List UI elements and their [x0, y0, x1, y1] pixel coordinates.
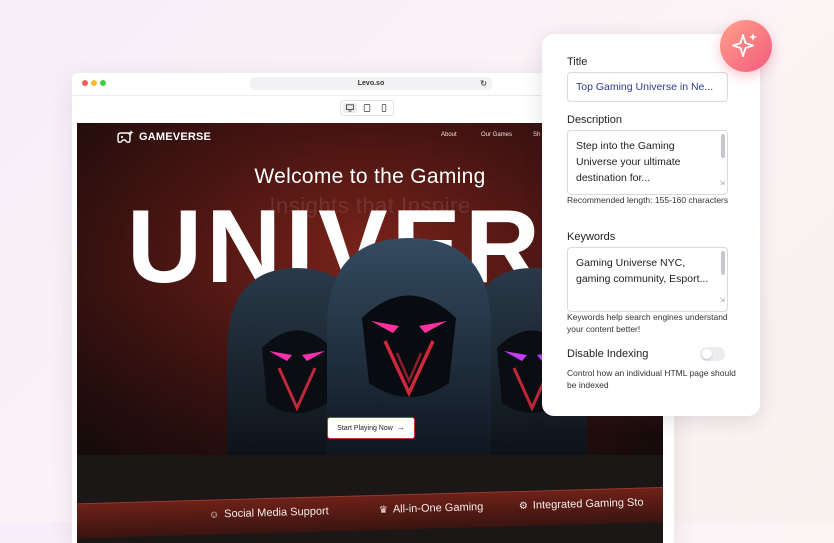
- disable-indexing-label: Disable Indexing: [567, 348, 649, 360]
- arrow-right-icon: →: [396, 423, 405, 432]
- ticker-label: Social Media Support: [224, 505, 329, 521]
- start-playing-button[interactable]: Start Playing Now →: [327, 417, 415, 439]
- nav-about[interactable]: About: [441, 132, 457, 138]
- resize-handle-icon[interactable]: ⇲: [719, 176, 725, 192]
- nav-our-games[interactable]: Our Games: [481, 132, 512, 138]
- site-logo[interactable]: GAMEVERSE: [115, 129, 211, 145]
- device-switcher: [340, 100, 394, 116]
- resize-handle-icon[interactable]: ⇲: [719, 293, 725, 309]
- disable-indexing-toggle[interactable]: [700, 347, 725, 361]
- close-window-dot[interactable]: [82, 80, 88, 86]
- maximize-window-dot[interactable]: [100, 80, 106, 86]
- description-text: Step into the Gaming Universe your ultim…: [576, 140, 681, 184]
- logo-text: GAMEVERSE: [139, 131, 212, 143]
- keywords-help-text: Keywords help search engines understand …: [567, 312, 728, 334]
- description-textarea[interactable]: Step into the Gaming Universe your ultim…: [567, 130, 728, 195]
- description-label: Description: [567, 114, 623, 126]
- description-help-text: Recommended length: 155-160 characters: [567, 195, 729, 205]
- title-label: Title: [567, 56, 588, 68]
- address-url: Levo.so: [357, 80, 385, 87]
- controller-icon: [117, 130, 134, 143]
- support-icon: ☺: [208, 509, 220, 521]
- ai-sparkle-button[interactable]: [720, 20, 772, 72]
- ticker-label: Integrated Gaming Sto: [532, 496, 644, 512]
- ticker-label: All-in-One Gaming: [392, 501, 484, 516]
- description-scrollbar[interactable]: [721, 134, 725, 158]
- minimize-window-dot[interactable]: [91, 80, 97, 86]
- ticker-item: ⚙ Integrated Gaming Sto: [519, 497, 644, 512]
- gear-icon: ⚙: [518, 500, 529, 513]
- toggle-knob: [702, 349, 712, 359]
- sparkle-icon: [732, 33, 757, 57]
- address-bar[interactable]: Levo.so ↻: [250, 77, 492, 90]
- seo-settings-panel: Title Top Gaming Universe in Ne... Descr…: [542, 34, 760, 416]
- ticker-item: ♛ All-in-One Gaming: [379, 501, 484, 516]
- keywords-textarea[interactable]: Gaming Universe NYC, gaming community, E…: [567, 247, 728, 312]
- ticker-item: ☺ Social Media Support: [209, 505, 329, 520]
- mobile-icon[interactable]: [377, 103, 391, 113]
- reload-icon[interactable]: ↻: [480, 77, 487, 90]
- keywords-label: Keywords: [567, 231, 616, 243]
- keywords-scrollbar[interactable]: [721, 251, 725, 275]
- indexing-help-text: Control how an individual HTML page shou…: [567, 368, 736, 390]
- tablet-icon[interactable]: [360, 103, 374, 113]
- desktop-icon[interactable]: [343, 103, 357, 113]
- crown-icon: ♛: [378, 504, 389, 516]
- nav-shop[interactable]: Sh: [533, 132, 540, 138]
- cta-label: Start Playing Now: [337, 425, 393, 432]
- keywords-text: Gaming Universe NYC, gaming community, E…: [576, 257, 709, 285]
- title-input[interactable]: Top Gaming Universe in Ne...: [567, 72, 728, 102]
